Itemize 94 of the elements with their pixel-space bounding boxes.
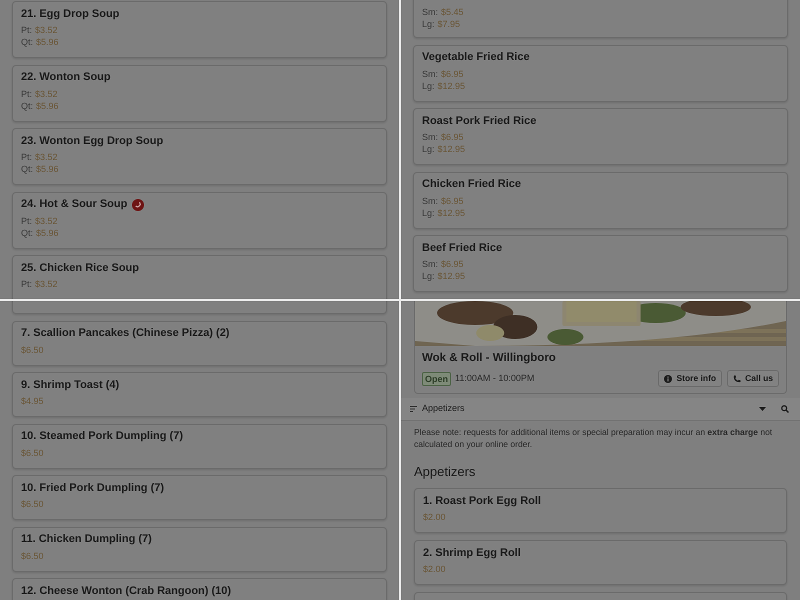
price-label: Pt: [21,278,32,290]
price-label: Qt: [21,163,34,175]
price-label: Pt: [21,151,32,163]
item-name: 7. Scallion Pancakes (Chinese Pizza) (2) [21,326,230,342]
price: $6.95 [441,194,464,206]
price: $3.52 [35,214,58,226]
price: $3.52 [35,278,58,290]
menu-item-card[interactable]: Chicken Fried Rice Sm: $6.95 Lg: $12.95 [413,172,788,228]
filter-icon [410,406,417,412]
item-name: Vegetable Fried Rice [422,50,530,66]
price-label: Lg: [422,143,435,155]
price: $3.52 [35,151,58,163]
dropdown-caret-icon[interactable] [759,407,766,411]
price-label: Lg: [422,18,435,30]
item-name: 22. Wonton Soup [21,70,111,86]
menu-item-card[interactable]: 22. Wonton Soup Pt: $3.52 Qt: $5.96 [12,64,387,122]
menu-item-card[interactable]: 1. Roast Pork Egg Roll $2.00 [414,488,787,533]
price: $12.95 [438,80,466,92]
menu-item-card[interactable]: 21. Egg Drop Soup Pt: $3.52 Qt: $5.96 [12,1,387,58]
menu-item-card[interactable]: 10. Fried Pork Dumpling (7) $6.50 [12,475,387,520]
price: $5.96 [36,36,59,48]
price-label: Pt: [21,24,32,36]
price: $6.95 [441,258,464,270]
item-name: Roast Pork Fried Rice [422,114,536,129]
price-label: Pt: [21,214,32,226]
price-label: Lg: [422,270,435,282]
price: $4.95 [21,395,44,407]
menu-item-card[interactable]: Sm: $5.45 Lg: $7.95 [413,0,788,38]
info-icon [664,374,672,382]
menu-item-card[interactable]: 25. Chicken Rice Soup Pt: $3.52 [12,255,387,299]
category-bar[interactable]: Appetizers [401,398,800,421]
price: $6.50 [21,344,44,356]
price-label: Qt: [21,226,34,238]
price: $5.96 [36,163,59,175]
item-name: Beef Fried Rice [422,240,502,256]
menu-item-card[interactable]: 10. Steamed Pork Dumpling (7) $6.50 [12,424,387,468]
price: $6.95 [441,68,464,80]
menu-item-card[interactable]: 7. Scallion Pancakes (Chinese Pizza) (2) $6.50 [12,320,387,366]
price-label: Sm: [422,6,438,18]
price: $12.95 [438,143,466,155]
price: $3.52 [35,88,58,100]
item-name: 2. Shrimp Egg Roll [423,546,521,561]
status-badge: Open [422,372,452,386]
price: $12.95 [438,270,466,282]
price-label: Qt: [21,100,34,112]
price-label: Sm: [422,258,438,270]
menu-item-card[interactable]: 2. Shrimp Egg Roll $2.00 [414,540,787,585]
menu-item-card[interactable]: 11. Chicken Dumpling (7) $6.50 [12,526,387,572]
menu-item-card[interactable]: 24. Hot & Sour Soup Pt: $3.52 Qt: $5.96 [12,192,387,248]
item-name: 9. Shrimp Toast (4) [21,378,120,393]
item-name: 11. Chicken Dumpling (7) [21,532,152,548]
menu-item-card[interactable]: 9. Shrimp Toast (4) $4.95 [12,372,387,417]
store-hours: 11:00AM - 10:00PM [455,372,534,385]
price: $6.95 [441,131,464,143]
item-name: 10. Fried Pork Dumpling (7) [21,480,164,496]
price: $2.00 [423,511,446,523]
menu-item-card[interactable]: 12. Cheese Wonton (Crab Rangoon) (10) [12,578,387,600]
item-name: 1. Roast Pork Egg Roll [423,494,541,509]
menu-item-card[interactable]: Beef Fried Rice Sm: $6.95 Lg: $12.95 [413,235,788,292]
store-name: Wok & Roll - Willingboro [422,351,557,366]
price: $7.95 [438,18,460,30]
phone-icon [733,374,742,382]
item-name: 21. Egg Drop Soup [21,6,120,22]
price: $6.50 [21,550,44,562]
notice-text: Please note: requests for additional items or special preparation may incur an extra charge not calculated on your online order. [414,426,774,450]
menu-item-card[interactable]: Roast Pork Fried Rice Sm: $6.95 Lg: $12.95 [413,108,788,165]
price: $6.50 [21,446,44,458]
price-label: Sm: [422,194,438,206]
item-name: 25. Chicken Rice Soup [21,260,139,276]
price-label: Sm: [422,131,438,143]
price-label: Lg: [422,80,435,92]
item-name: 23. Wonton Egg Drop Soup [21,134,164,149]
price-label: Lg: [422,206,435,218]
price: $12.95 [438,206,466,218]
search-icon[interactable] [781,405,789,413]
price-label: Pt: [21,88,32,100]
price-label: Sm: [422,68,438,80]
item-name: Chicken Fried Rice [422,177,522,192]
item-name: 10. Steamed Pork Dumpling (7) [21,429,183,444]
price: $5.96 [36,100,59,112]
menu-item-card[interactable]: 23. Wonton Egg Drop Soup Pt: $3.52 Qt: $5.96 [12,128,387,185]
store-info-button[interactable]: Store info [658,370,722,387]
call-button[interactable]: Call us [727,370,779,387]
price-label: Qt: [21,36,34,48]
price: $6.50 [21,498,44,510]
menu-item-card[interactable]: Vegetable Fried Rice Sm: $6.95 Lg: $12.95 [413,44,788,102]
price: $5.45 [441,6,464,18]
category-label: Appetizers [422,402,465,416]
item-name: 12. Cheese Wonton (Crab Rangoon) (10) [21,584,232,599]
price: $2.00 [423,563,446,575]
section-heading: Appetizers [414,464,476,480]
price: $5.96 [36,226,59,238]
item-name: 24. Hot & Sour Soup [21,197,128,212]
price: $3.52 [35,24,58,36]
